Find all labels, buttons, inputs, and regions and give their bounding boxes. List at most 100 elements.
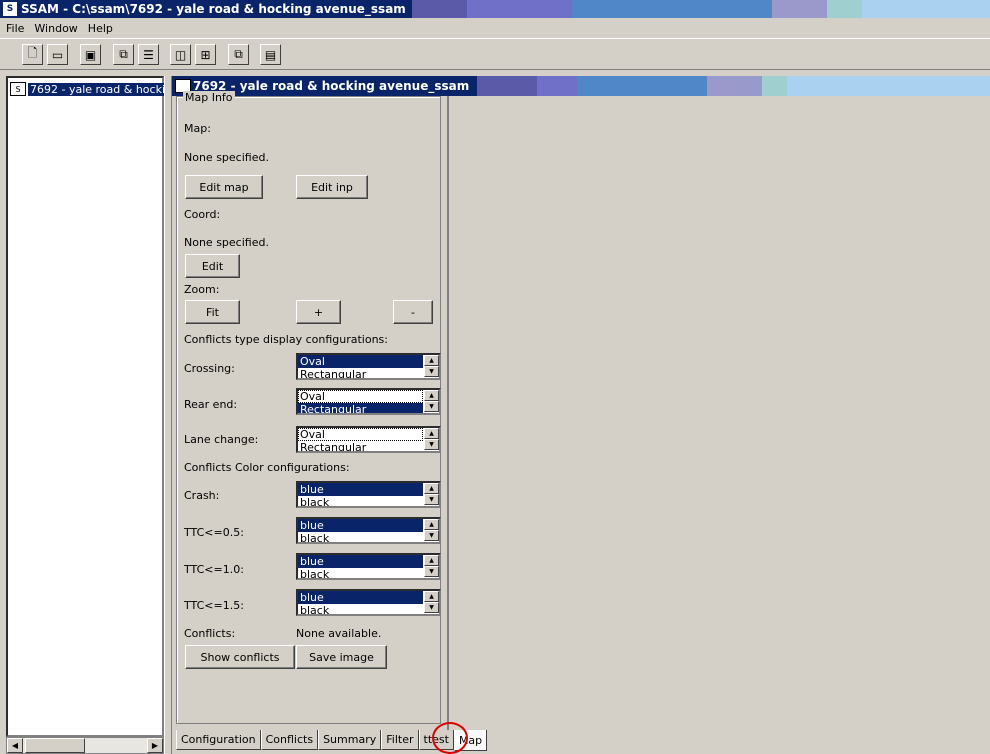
scroll-down-icon[interactable]: ▼ [424,602,439,613]
list-option[interactable]: black [298,496,423,506]
scroll-up-icon[interactable]: ▲ [424,428,439,439]
menu-help[interactable]: Help [88,22,113,35]
tab-strip: Configuration Conflicts Summary Filter t… [176,730,488,754]
scroll-up-icon[interactable]: ▲ [424,483,439,494]
ttc05-color-list[interactable]: blue black ▲ ▼ [296,517,441,544]
map-canvas[interactable] [447,96,990,730]
grid-icon[interactable]: ⊞ [195,44,216,65]
save-icon[interactable]: ▣ [80,44,101,65]
ttc15-label: TTC<=1.5: [184,599,244,612]
tab-filter[interactable]: Filter [381,730,419,750]
zoom-in-button[interactable]: + [296,300,341,324]
title-stripe [827,0,862,18]
crossing-label: Crossing: [184,362,235,375]
conflicts-value: None available. [296,627,382,640]
cascade-icon[interactable]: ⧉ [228,44,249,65]
scroll-up-icon[interactable]: ▲ [424,555,439,566]
tab-map[interactable]: Map [453,730,488,751]
list-option[interactable]: blue [298,555,423,568]
scroll-down-icon[interactable]: ▼ [424,530,439,541]
title-stripe [572,0,772,18]
horizontal-split-icon[interactable]: ☰ [138,44,159,65]
list-option[interactable]: Oval [298,390,423,403]
menu-window[interactable]: Window [34,22,77,35]
list-option[interactable]: blue [298,483,423,496]
list-option[interactable]: blue [298,591,423,604]
crash-label: Crash: [184,489,220,502]
ttc10-color-list[interactable]: blue black ▲ ▼ [296,553,441,580]
project-tree[interactable]: S 7692 - yale road & hocking avenue_ssam [6,76,260,737]
list-option[interactable]: black [298,604,423,614]
app-icon: S [2,1,18,17]
list-option[interactable]: Rectangular [298,368,423,378]
vertical-split-icon[interactable]: ◫ [170,44,191,65]
map-info-panel: Map Info Map: None specified. Edit map E… [172,91,447,730]
menu-bar: File Window Help [0,18,990,38]
group-title: Map Info [183,91,235,104]
list-option[interactable]: Oval [298,428,423,441]
scroll-down-icon[interactable]: ▼ [424,439,439,450]
title-stripe [467,0,572,18]
tab-conflicts[interactable]: Conflicts [260,730,319,750]
edit-inp-button[interactable]: Edit inp [296,175,368,199]
title-stripe [787,76,990,96]
coord-value: None specified. [184,236,269,249]
scroll-down-icon[interactable]: ▼ [424,366,439,377]
zoom-out-button[interactable]: - [393,300,433,324]
list-option[interactable]: Rectangular [298,403,423,413]
scroll-left-icon[interactable]: ◀ [7,738,23,753]
zoom-fit-button[interactable]: Fit [185,300,240,324]
conflicts-label: Conflicts: [184,627,236,640]
rear-end-label: Rear end: [184,398,238,411]
window-title: SSAM - C:\ssam\7692 - yale road & hockin… [21,2,406,16]
scroll-down-icon[interactable]: ▼ [424,566,439,577]
title-stripe [862,0,990,18]
title-bar-main: S SSAM - C:\ssam\7692 - yale road & hock… [0,0,412,18]
edit-coord-button[interactable]: Edit [185,254,240,278]
open-folder-icon[interactable]: ▭ [47,44,68,65]
title-stripe [707,76,762,96]
title-stripe [412,0,467,18]
tree-horizontal-scrollbar[interactable]: ◀ ▶ [6,737,164,754]
title-stripe [477,76,537,96]
edit-map-button[interactable]: Edit map [185,175,263,199]
list-option[interactable]: Rectangular [298,441,423,451]
scroll-up-icon[interactable]: ▲ [424,519,439,530]
title-stripe [772,0,827,18]
scroll-down-icon[interactable]: ▼ [424,494,439,505]
rear-end-shape-list[interactable]: Oval Rectangular ▲ ▼ [296,388,441,415]
scroll-up-icon[interactable]: ▲ [424,390,439,401]
tab-summary[interactable]: Summary [318,730,382,750]
list-option[interactable]: black [298,568,423,578]
show-conflicts-button[interactable]: Show conflicts [185,645,295,669]
list-option[interactable]: Oval [298,355,423,368]
save-image-button[interactable]: Save image [296,645,387,669]
scroll-right-icon[interactable]: ▶ [147,738,163,753]
title-stripe [537,76,577,96]
tab-configuration[interactable]: Configuration [176,730,261,750]
map-label: Map: [184,122,211,135]
coord-label: Coord: [184,208,221,221]
ttc15-color-list[interactable]: blue black ▲ ▼ [296,589,441,616]
scroll-up-icon[interactable]: ▲ [424,355,439,366]
copy-window-icon[interactable]: ⧉ [113,44,134,65]
list-option[interactable]: black [298,532,423,542]
scroll-up-icon[interactable]: ▲ [424,591,439,602]
tab-ttest[interactable]: ttest [418,730,454,750]
crash-color-list[interactable]: blue black ▲ ▼ [296,481,441,508]
new-document-icon[interactable]: 🗋 [22,44,43,65]
toolbar: 🗋 ▭ ▣ ⧉ ☰ ◫ ⊞ ⧉ ▤ [0,38,990,70]
crossing-shape-list[interactable]: Oval Rectangular ▲ ▼ [296,353,441,380]
color-config-label: Conflicts Color configurations: [184,461,350,474]
ttc05-label: TTC<=0.5: [184,526,244,539]
scroll-thumb[interactable] [25,738,85,753]
title-bar: S SSAM - C:\ssam\7692 - yale road & hock… [0,0,990,18]
menu-file[interactable]: File [6,22,24,35]
lane-change-shape-list[interactable]: Oval Rectangular ▲ ▼ [296,426,441,453]
csv-export-icon[interactable]: ▤ [260,44,281,65]
list-option[interactable]: blue [298,519,423,532]
scroll-down-icon[interactable]: ▼ [424,401,439,412]
pane-splitter[interactable] [164,76,172,754]
zoom-label: Zoom: [184,283,220,296]
title-stripe [577,76,707,96]
